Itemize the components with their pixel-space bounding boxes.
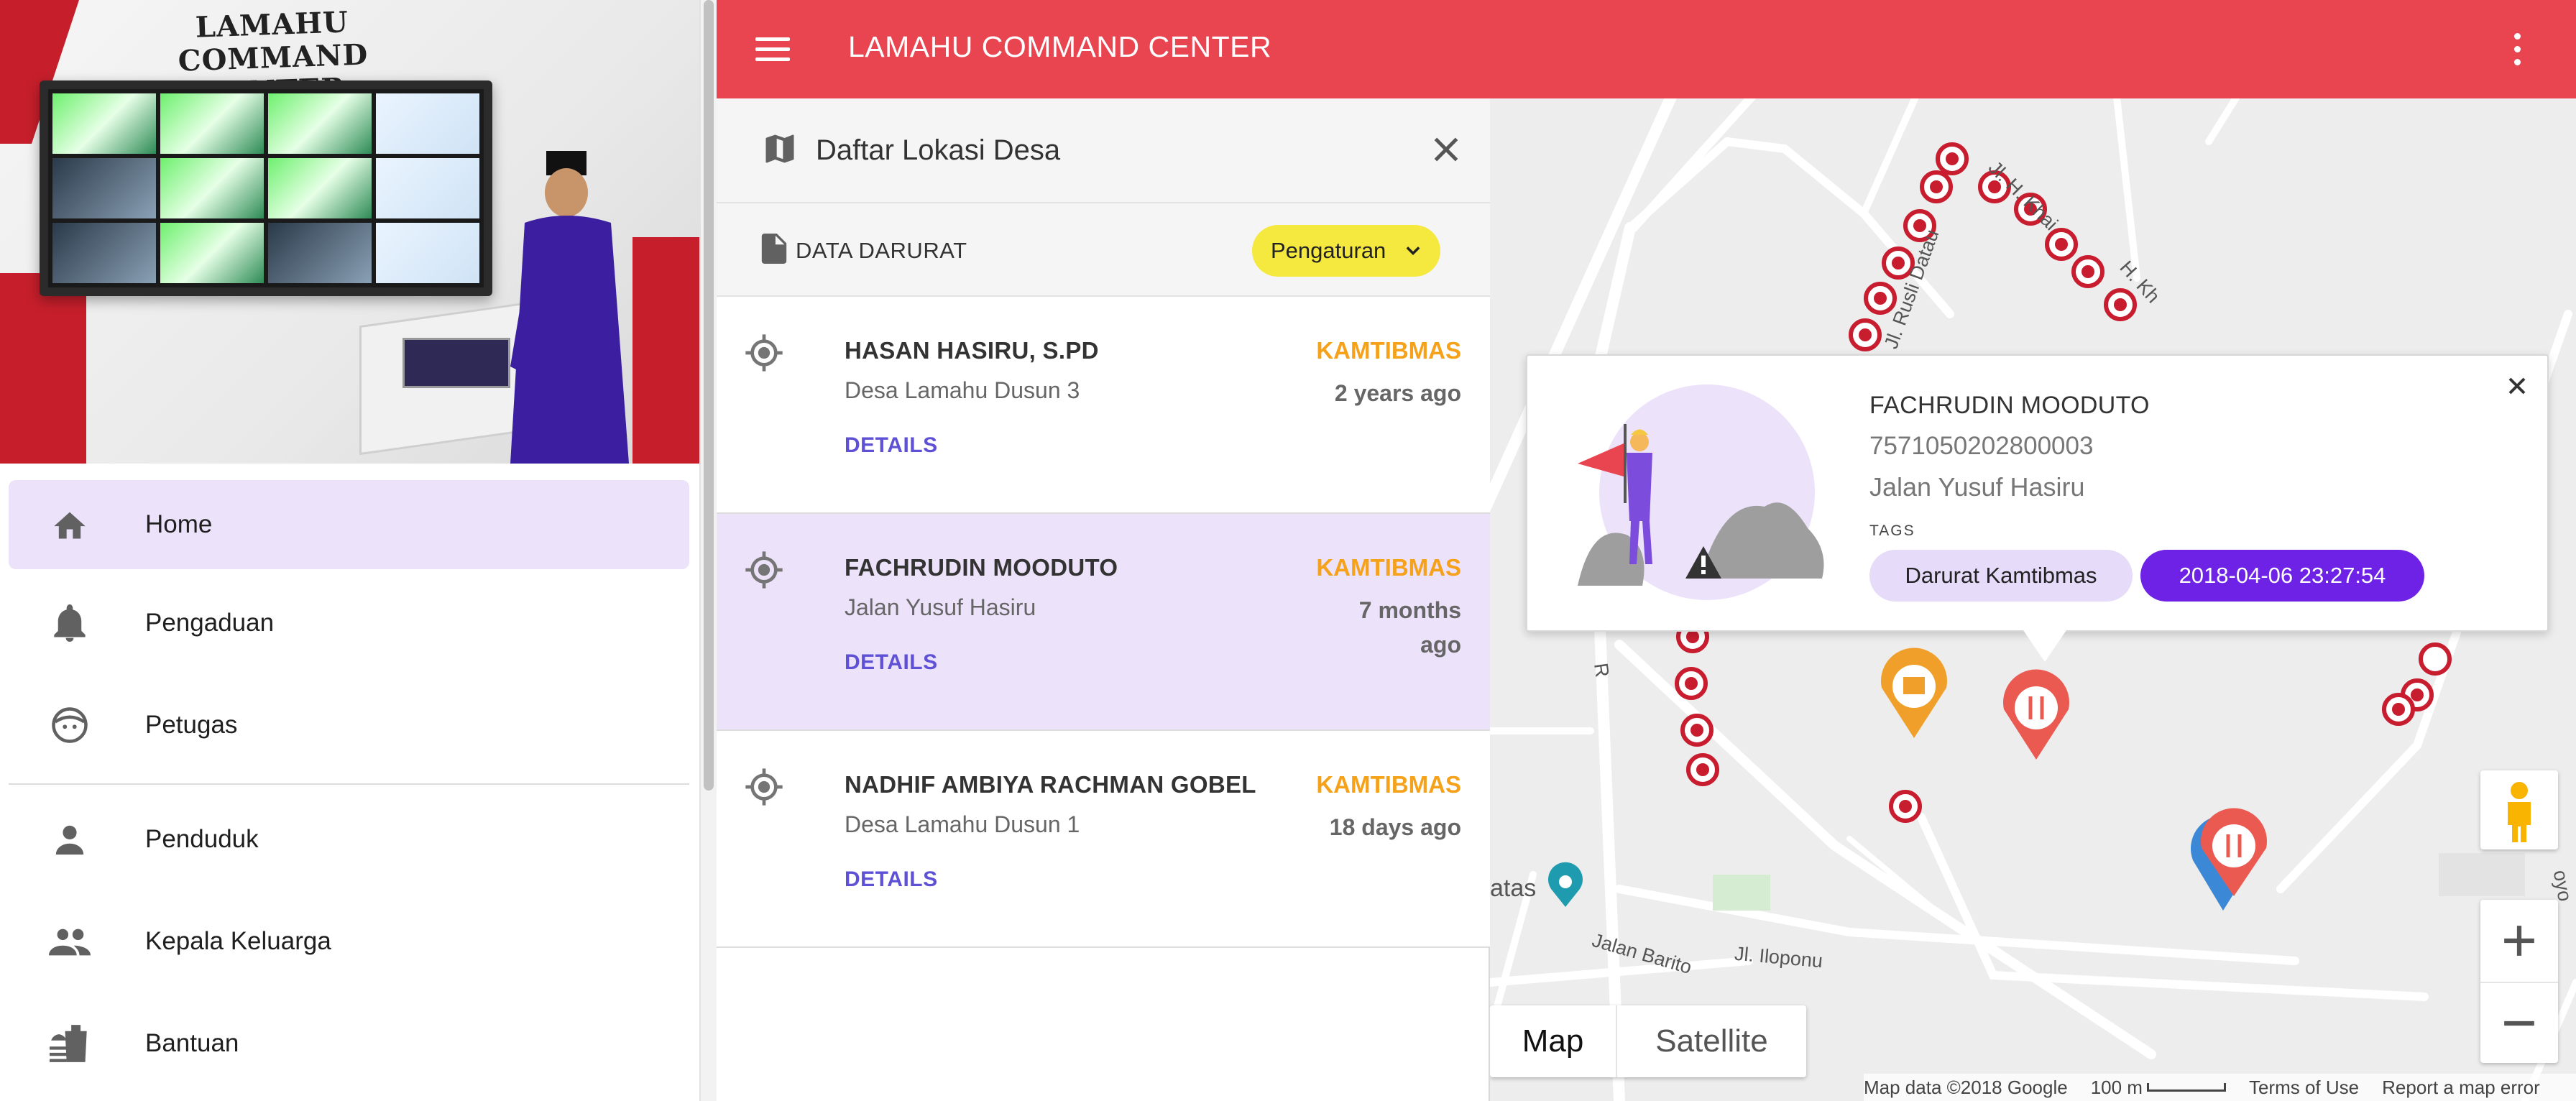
map-attribution: Map data ©2018 Google 100 m Terms of Use… bbox=[1864, 1074, 2576, 1101]
nav-item-home[interactable]: Home bbox=[9, 480, 689, 569]
person-figure bbox=[510, 151, 629, 464]
gps-target-icon bbox=[745, 551, 783, 589]
panel-header: Daftar Lokasi Desa bbox=[717, 98, 1490, 203]
close-icon[interactable] bbox=[2503, 372, 2531, 400]
close-icon[interactable] bbox=[1428, 132, 1464, 167]
nav-divider bbox=[9, 783, 689, 785]
map-pin-service[interactable] bbox=[2191, 808, 2267, 911]
food-icon bbox=[48, 1022, 91, 1065]
info-tags-label: TAGS bbox=[1869, 522, 1915, 539]
zoom-in-button[interactable] bbox=[2480, 900, 2558, 981]
map-pin-place[interactable] bbox=[1548, 862, 1583, 907]
map-info-window: FACHRUDIN MOODUTO 7571050202800003 Jalan… bbox=[1526, 354, 2549, 662]
gps-target-icon bbox=[745, 768, 783, 806]
list-item[interactable]: HASAN HASIRU, S.PD Desa Lamahu Dusun 3 D… bbox=[717, 297, 1490, 514]
nav-item-penduduk[interactable]: Penduduk bbox=[9, 795, 689, 884]
video-wall bbox=[40, 80, 492, 296]
map-type-satellite-button[interactable]: Satellite bbox=[1617, 1005, 1806, 1077]
document-icon bbox=[761, 234, 787, 264]
nav-label: Bantuan bbox=[145, 1029, 239, 1057]
zoom-controls bbox=[2480, 900, 2558, 1063]
pegman-icon bbox=[2508, 782, 2531, 842]
list-item[interactable]: FACHRUDIN MOODUTO Jalan Yusuf Hasiru DET… bbox=[717, 514, 1490, 731]
terms-link[interactable]: Terms of Use bbox=[2249, 1077, 2359, 1099]
info-address: Jalan Yusuf Hasiru bbox=[1869, 472, 2085, 502]
list-item[interactable]: NADHIF AMBIYA RACHMAN GOBEL Desa Lamahu … bbox=[717, 731, 1490, 948]
zoom-out-button[interactable] bbox=[2480, 982, 2558, 1063]
person-icon bbox=[48, 818, 91, 861]
map-pin-service[interactable] bbox=[2003, 669, 2069, 760]
item-tag: KAMTIBMAS bbox=[1316, 554, 1461, 581]
report-map-error-link[interactable]: Report a map error bbox=[2382, 1077, 2540, 1099]
info-name: FACHRUDIN MOODUTO bbox=[1869, 392, 2150, 419]
item-address: Desa Lamahu Dusun 3 bbox=[845, 377, 1080, 403]
more-vert-icon[interactable] bbox=[2508, 27, 2526, 70]
nav-label: Pengaduan bbox=[145, 609, 275, 637]
nav-label: Kepala Keluarga bbox=[145, 927, 331, 955]
details-link[interactable]: DETAILS bbox=[845, 867, 938, 892]
nav-item-pengaduan[interactable]: Pengaduan bbox=[9, 579, 689, 668]
details-link[interactable]: DETAILS bbox=[845, 650, 938, 675]
scale-label: 100 m bbox=[2090, 1076, 2143, 1098]
item-time: 18 days ago bbox=[1329, 814, 1461, 840]
drawer-scrollbar[interactable] bbox=[701, 0, 717, 1101]
info-nik: 7571050202800003 bbox=[1869, 432, 2094, 460]
people-icon bbox=[48, 920, 91, 963]
item-address: Desa Lamahu Dusun 1 bbox=[845, 811, 1080, 837]
street-view-button[interactable] bbox=[2480, 770, 2558, 849]
item-name: NADHIF AMBIYA RACHMAN GOBEL bbox=[845, 771, 1256, 798]
item-tag: KAMTIBMAS bbox=[1316, 337, 1461, 364]
map-pin-shop[interactable] bbox=[1881, 648, 1947, 738]
nav-label: Petugas bbox=[145, 711, 238, 739]
item-name: FACHRUDIN MOODUTO bbox=[845, 554, 1118, 581]
panel-title: Daftar Lokasi Desa bbox=[816, 134, 1061, 166]
map-type-control: Map Satellite bbox=[1490, 1005, 1806, 1077]
nav-item-bantuan[interactable]: Bantuan bbox=[9, 999, 689, 1088]
pengaturan-label: Pengaturan bbox=[1271, 238, 1386, 263]
gps-target-icon bbox=[745, 334, 783, 372]
scale-bar bbox=[2146, 1083, 2226, 1092]
minus-icon bbox=[2504, 1021, 2534, 1026]
drawer-header-image: LAMAHU COMMAND CENTER bbox=[0, 0, 699, 464]
item-time: 7 months ago bbox=[1358, 597, 1461, 658]
panel-subheader: DATA DARURAT Pengaturan bbox=[717, 203, 1490, 297]
item-name: HASAN HASIRU, S.PD bbox=[845, 337, 1099, 364]
details-link[interactable]: DETAILS bbox=[845, 433, 938, 458]
place-label: atas bbox=[1490, 875, 1537, 902]
pengaturan-button[interactable]: Pengaturan bbox=[1252, 225, 1440, 277]
plus-icon bbox=[2504, 925, 2534, 956]
app-title: LAMAHU COMMAND CENTER bbox=[848, 30, 1272, 63]
menu-icon[interactable] bbox=[751, 27, 794, 70]
item-address: Jalan Yusuf Hasiru bbox=[845, 594, 1036, 620]
map-type-map-button[interactable]: Map bbox=[1490, 1005, 1617, 1077]
tag-chip[interactable]: Darurat Kamtibmas bbox=[1869, 550, 2133, 602]
item-time: 2 years ago bbox=[1334, 380, 1461, 406]
map-icon bbox=[765, 134, 794, 163]
datetime-chip[interactable]: 2018-04-06 23:27:54 bbox=[2140, 550, 2424, 602]
nav-item-petugas[interactable]: Petugas bbox=[9, 681, 689, 770]
face-icon bbox=[48, 704, 91, 747]
item-tag: KAMTIBMAS bbox=[1316, 771, 1461, 798]
bell-icon bbox=[48, 602, 91, 645]
nav-label: Home bbox=[145, 510, 213, 538]
navigation-drawer: LAMAHU COMMAND CENTER Home Pengaduan Pe bbox=[0, 0, 701, 1101]
data-darurat-label: DATA DARURAT bbox=[796, 238, 967, 263]
chevron-down-icon bbox=[1406, 247, 1420, 255]
emergency-illustration bbox=[1578, 384, 1824, 600]
map-view[interactable]: Jl. Rusli Datau Jl. H. Khai H. Kh R Jala… bbox=[1490, 98, 2576, 1101]
location-list-panel: Daftar Lokasi Desa DATA DARURAT Pengatur… bbox=[717, 98, 1490, 1101]
nav-item-kepala-keluarga[interactable]: Kepala Keluarga bbox=[9, 897, 689, 986]
home-icon bbox=[48, 503, 91, 546]
top-app-bar: LAMAHU COMMAND CENTER bbox=[717, 0, 2576, 98]
nav-label: Penduduk bbox=[145, 825, 259, 853]
map-data-credit: Map data ©2018 Google bbox=[1864, 1076, 2068, 1098]
